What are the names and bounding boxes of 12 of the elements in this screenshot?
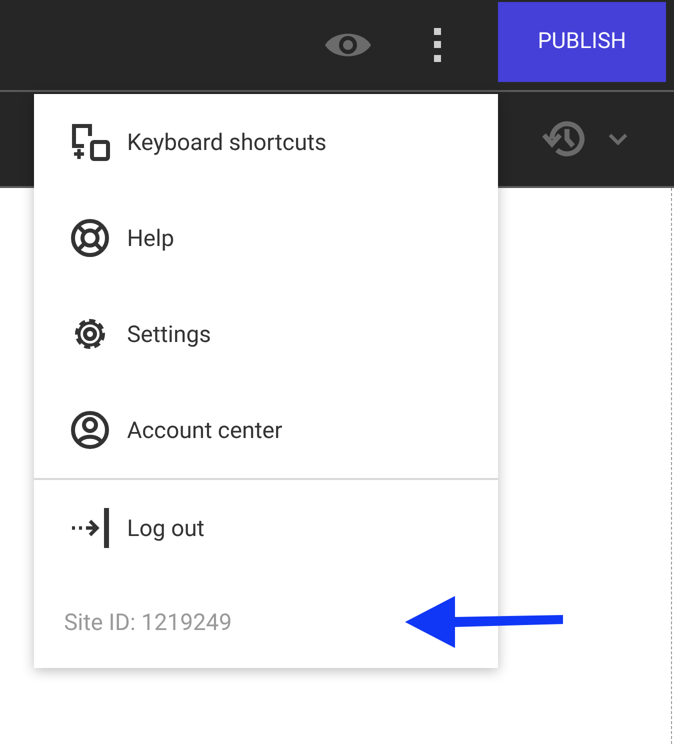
menu-item[interactable]: Log out <box>34 480 498 576</box>
menu-item[interactable]: Settings <box>34 286 498 382</box>
shortcuts-icon <box>70 122 110 162</box>
logout-icon <box>70 508 110 548</box>
lifebuoy-icon <box>70 218 110 258</box>
chevron-down-icon[interactable] <box>608 133 628 145</box>
account-icon <box>70 410 110 450</box>
menu-item[interactable]: Help <box>34 190 498 286</box>
menu-item[interactable]: Account center <box>34 382 498 478</box>
more-options-icon[interactable] <box>434 28 442 62</box>
publish-button[interactable]: PUBLISH <box>498 2 666 82</box>
site-id: Site ID: 1219249 <box>64 608 232 636</box>
